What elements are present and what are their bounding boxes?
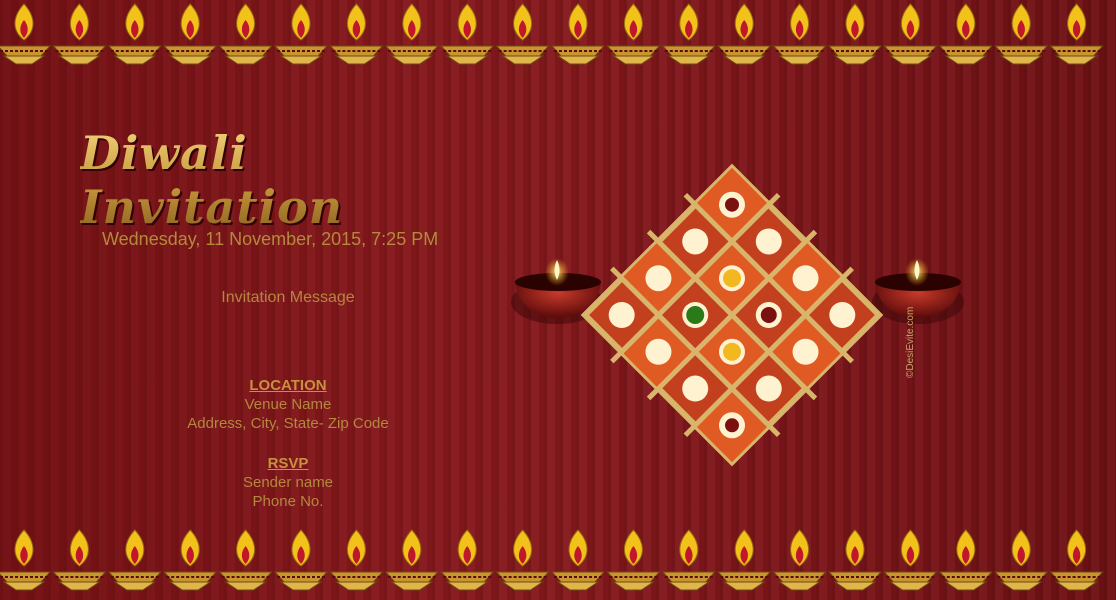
diya-lamp-icon	[606, 529, 661, 591]
diya-lamp-icon	[273, 3, 329, 65]
diya-lamp-icon	[1049, 529, 1104, 591]
diya-lamp-icon	[329, 529, 384, 591]
diya-lamp-icon	[218, 3, 273, 65]
diya-lamp-icon	[883, 3, 938, 65]
diya-lamp-icon	[994, 529, 1049, 591]
diya-lamp-icon	[384, 3, 439, 65]
diya-lamp-icon	[329, 3, 384, 65]
invitation-title: Diwali Invitation	[80, 126, 520, 234]
location-heading: LOCATION	[249, 377, 327, 394]
venue-address: Address, City, State- Zip Code	[187, 415, 389, 432]
diya-lamp-icon	[384, 529, 439, 591]
rsvp-heading: RSVP	[267, 455, 309, 472]
diya-lamp-icon	[772, 529, 827, 591]
credit-watermark: ©DesiEvite.com	[905, 306, 916, 378]
rsvp-phone: Phone No.	[252, 493, 324, 510]
event-datetime: Wednesday, 11 November, 2015, 7:25 PM	[102, 229, 439, 249]
diya-lamp-icon	[827, 3, 883, 65]
diya-lamp-icon	[0, 529, 52, 591]
diya-lamp-icon	[52, 529, 107, 591]
bottom-diya-border	[0, 526, 1116, 600]
location-block: LOCATION Venue Name Address, City, State…	[168, 376, 408, 433]
diya-lamp-icon	[218, 529, 273, 591]
diya-lamp-icon	[550, 529, 606, 591]
diya-lamp-icon	[107, 529, 162, 591]
diya-lamp-icon	[661, 3, 716, 65]
diya-lamp-icon	[827, 529, 883, 591]
diya-lamp-icon	[1049, 3, 1104, 65]
diya-lamp-icon	[717, 3, 772, 65]
diya-lamp-icon	[717, 529, 772, 591]
diya-lamp-icon	[0, 3, 52, 65]
diya-lamp-icon	[163, 3, 218, 65]
invitation-card: Diwali Invitation Wednesday, 11 November…	[0, 0, 1116, 600]
diya-lamp-icon	[107, 3, 162, 65]
message-text: Invitation Message	[221, 289, 355, 306]
rsvp-block: RSVP Sender name Phone No.	[168, 454, 408, 511]
diya-lamp-icon	[994, 3, 1049, 65]
diya-lamp-icon	[440, 3, 495, 65]
diya-lamp-icon	[938, 3, 993, 65]
diya-lamp-icon	[440, 529, 495, 591]
diya-lamp-icon	[52, 3, 107, 65]
diya-lamp-icon	[606, 3, 661, 65]
diya-lamp-icon	[495, 3, 550, 65]
invitation-message: Invitation Message	[188, 288, 388, 307]
venue-name: Venue Name	[244, 396, 332, 413]
diya-lamp-icon	[772, 3, 827, 65]
diya-lamp-icon	[273, 529, 329, 591]
rangoli-lattice	[580, 163, 884, 467]
diya-lamp-icon	[550, 3, 606, 65]
diya-lamp-icon	[938, 529, 993, 591]
diya-lamp-icon	[883, 529, 938, 591]
diya-lamp-icon	[163, 529, 218, 591]
rsvp-sender: Sender name	[242, 474, 334, 491]
clay-lamp-icon	[872, 258, 964, 324]
top-diya-border	[0, 0, 1116, 74]
diya-lamp-icon	[495, 529, 550, 591]
diya-lamp-icon	[661, 529, 716, 591]
